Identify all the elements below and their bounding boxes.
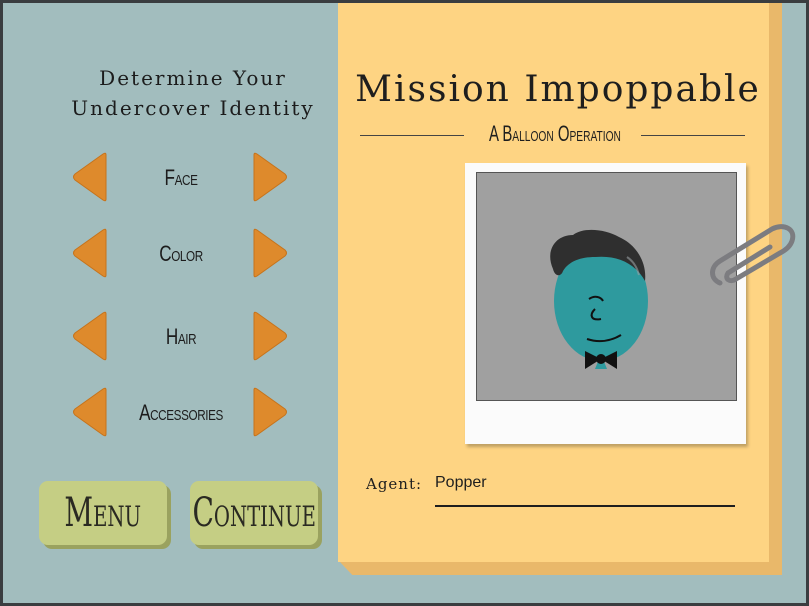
left-triangle-icon bbox=[73, 311, 107, 361]
subtitle-rule-right bbox=[641, 135, 745, 136]
game-subtitle: A Balloon Operation bbox=[458, 121, 648, 147]
agent-label: Agent: bbox=[366, 475, 423, 493]
hair-prev-button[interactable] bbox=[71, 310, 109, 362]
left-triangle-icon bbox=[73, 228, 107, 278]
agent-photo-frame bbox=[465, 163, 746, 444]
balloon-agent-avatar bbox=[550, 229, 648, 369]
continue-button-label: Continue bbox=[192, 490, 316, 536]
continue-button[interactable]: Continue bbox=[190, 481, 318, 545]
game-screen: Determine Your Undercover Identity Face … bbox=[3, 3, 806, 603]
game-title: Mission Impoppable bbox=[355, 69, 761, 110]
option-row-hair: Hair bbox=[3, 310, 343, 366]
face-next-button[interactable] bbox=[251, 151, 289, 203]
right-triangle-icon bbox=[253, 387, 287, 437]
accessories-label: Accessories bbox=[139, 400, 223, 425]
color-next-button[interactable] bbox=[251, 227, 289, 279]
option-row-accessories: Accessories bbox=[3, 386, 343, 442]
menu-button[interactable]: Menu bbox=[39, 481, 167, 545]
agent-photo bbox=[476, 172, 737, 401]
face-prev-button[interactable] bbox=[71, 151, 109, 203]
game-subtitle-text: A Balloon Operation bbox=[489, 121, 621, 146]
left-triangle-icon bbox=[73, 152, 107, 202]
left-triangle-icon bbox=[73, 387, 107, 437]
hair-next-button[interactable] bbox=[251, 310, 289, 362]
folder-edge-bottom bbox=[339, 561, 782, 575]
right-triangle-icon bbox=[253, 228, 287, 278]
paperclip-icon bbox=[710, 224, 796, 286]
face-label: Face bbox=[164, 165, 198, 190]
identity-heading-line1: Determine Your bbox=[99, 66, 287, 90]
option-row-color: Color bbox=[3, 227, 343, 283]
right-triangle-icon bbox=[253, 152, 287, 202]
accessories-next-button[interactable] bbox=[251, 386, 289, 438]
right-triangle-icon bbox=[253, 311, 287, 361]
accessories-prev-button[interactable] bbox=[71, 386, 109, 438]
option-row-face: Face bbox=[3, 151, 343, 207]
subtitle-rule-left bbox=[360, 135, 464, 136]
agent-name-input[interactable] bbox=[435, 469, 735, 507]
hair-label: Hair bbox=[165, 324, 197, 349]
identity-heading: Determine Your Undercover Identity bbox=[43, 63, 343, 123]
color-label: Color bbox=[159, 241, 203, 266]
menu-button-label: Menu bbox=[64, 490, 142, 536]
color-prev-button[interactable] bbox=[71, 227, 109, 279]
identity-heading-line2: Undercover Identity bbox=[71, 96, 315, 120]
